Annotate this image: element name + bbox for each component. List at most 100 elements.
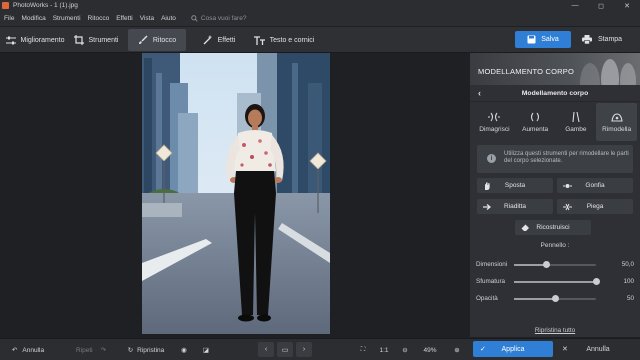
slider-value: 50,0 [621,261,634,268]
tab-ritocco[interactable]: Ritocco [128,29,186,51]
dimensioni-slider[interactable] [514,261,596,268]
sfumatura-slider[interactable] [514,278,600,285]
apply-label: Applica [501,345,525,353]
tab-aumenta[interactable]: Aumenta [515,103,556,141]
minimize-button[interactable]: — [562,0,588,11]
riaditta-label: Riaditta [503,203,527,210]
check-icon: ✓ [480,346,486,353]
undo-label: Annulla [22,346,45,354]
zoom-in-icon[interactable]: ⊕ [450,343,464,357]
body-shaping-panel: MODELLAMENTO CORPO ‹ Modellamento corpo … [470,53,640,337]
search-placeholder: Cosa vuoi fare? [200,15,247,22]
restore-button[interactable]: ↻ Ripristina [124,343,168,357]
close-icon: ✕ [562,346,568,353]
slider-knob[interactable] [551,295,559,302]
eye-icon[interactable]: ◉ [176,343,192,357]
previous-image-button[interactable]: ‹ [258,342,274,357]
fit-screen-icon[interactable]: ⛶ [355,343,371,357]
compare-icon[interactable]: ◪ [198,343,214,357]
next-image-button[interactable]: › [296,342,312,357]
tab-label: Gambe [565,125,587,133]
sposta-button[interactable]: Sposta [477,178,553,193]
undo-button[interactable]: ↶ Annulla [6,343,50,357]
crop-icon [73,35,84,45]
restore-icon: ↻ [127,347,134,354]
enlarge-icon [531,112,540,121]
hand-icon [485,182,490,190]
menu-strumenti[interactable]: Strumenti [53,15,81,22]
close-button[interactable]: ✕ [614,0,640,11]
gonfia-button[interactable]: Gonfia [557,178,633,193]
maximize-button[interactable]: ◻ [588,0,614,11]
gonfia-label: Gonfia [585,182,605,189]
tab-dimagrisci[interactable]: Dimagrisci [474,103,515,141]
slider-label: Sfumatura [476,278,506,285]
search-box[interactable]: Cosa vuoi fare? [191,15,247,22]
photoworks-logo-icon [2,2,9,9]
tab-effetti[interactable]: Effetti [196,29,242,51]
panel-header: ‹ Modellamento corpo [470,86,640,102]
floppy-disk-icon [527,35,536,44]
photo-preview[interactable] [142,53,330,334]
redo-button[interactable]: Ripeti ↷ [68,343,114,357]
tab-testo-e-cornici[interactable]: Testo e cornici [251,29,317,51]
tab-label: Effetti [217,36,236,44]
menu-ritocco[interactable]: Ritocco [88,15,110,22]
tab-strumenti[interactable]: Strumenti [70,29,122,51]
print-button[interactable]: Stampa [577,31,627,48]
pinch-icon [563,203,572,211]
printer-icon [581,35,592,44]
reset-all-link[interactable]: Ripristina tutto [470,327,640,334]
info-text: Utilizza questi strumenti per rimodellar… [504,151,629,164]
back-arrow-icon[interactable]: ‹ [478,88,481,98]
eraser-icon [521,224,529,231]
bloat-icon [563,184,572,188]
menu-aiuto[interactable]: Aiuto [161,15,176,22]
ricostruisci-label: Ricostruisci [536,224,570,231]
menu-file[interactable]: File [4,15,14,22]
magic-wand-icon [203,35,212,45]
brush-section-title: Pennello : [540,242,570,249]
title-bar: PhotoWorks - 1 (1).jpg [0,0,640,11]
slider-label: Dimensioni [476,261,508,268]
zoom-1-1-button[interactable]: 1:1 [375,343,393,357]
brush-icon [138,35,148,44]
save-button[interactable]: Salva [515,31,571,48]
redo-icon: ↷ [100,347,107,354]
redo-label: Ripeti [75,346,93,354]
apply-button[interactable]: ✓ Applica [473,341,553,357]
slider-value: 100 [623,278,634,285]
tab-rimodella[interactable]: Rimodella [596,103,637,141]
riaditta-button[interactable]: Riaditta [477,199,553,214]
piega-label: Piega [586,203,604,210]
piega-button[interactable]: Piega [557,199,633,214]
print-label: Stampa [597,36,623,43]
ricostruisci-button[interactable]: Ricostruisci [515,220,591,235]
slim-icon [488,112,501,121]
folder-icon[interactable]: ▭ [277,342,293,357]
tab-label: Dimagrisci [479,125,510,133]
tab-label: Ritocco [152,36,177,44]
tab-gambe[interactable]: Gambe [556,103,597,141]
tab-miglioramento[interactable]: Miglioramento [4,29,66,51]
tab-label: Rimodella [602,125,632,133]
zoom-out-icon[interactable]: ⊖ [398,343,412,357]
panel-title: Modellamento corpo [521,90,589,97]
search-icon [191,15,198,22]
opacita-slider[interactable] [514,295,596,302]
panel-banner: MODELLAMENTO CORPO [470,53,640,85]
arrow-right-icon [483,204,492,210]
slider-knob[interactable] [592,278,600,285]
info-box: i Utilizza questi strumenti per rimodell… [477,145,633,173]
zoom-percent: 49% [423,346,437,354]
window-title: PhotoWorks - 1 (1).jpg [13,2,78,9]
image-canvas[interactable] [5,53,466,337]
menu-effetti[interactable]: Effetti [116,15,133,22]
slider-knob[interactable] [543,261,551,268]
save-label: Salva [541,36,559,43]
menu-vista[interactable]: Vista [140,15,154,22]
tab-label: Aumenta [522,125,549,133]
cancel-button[interactable]: ✕ Annulla [560,341,636,357]
menu-modifica[interactable]: Modifica [21,15,45,22]
undo-icon: ↶ [11,347,18,354]
